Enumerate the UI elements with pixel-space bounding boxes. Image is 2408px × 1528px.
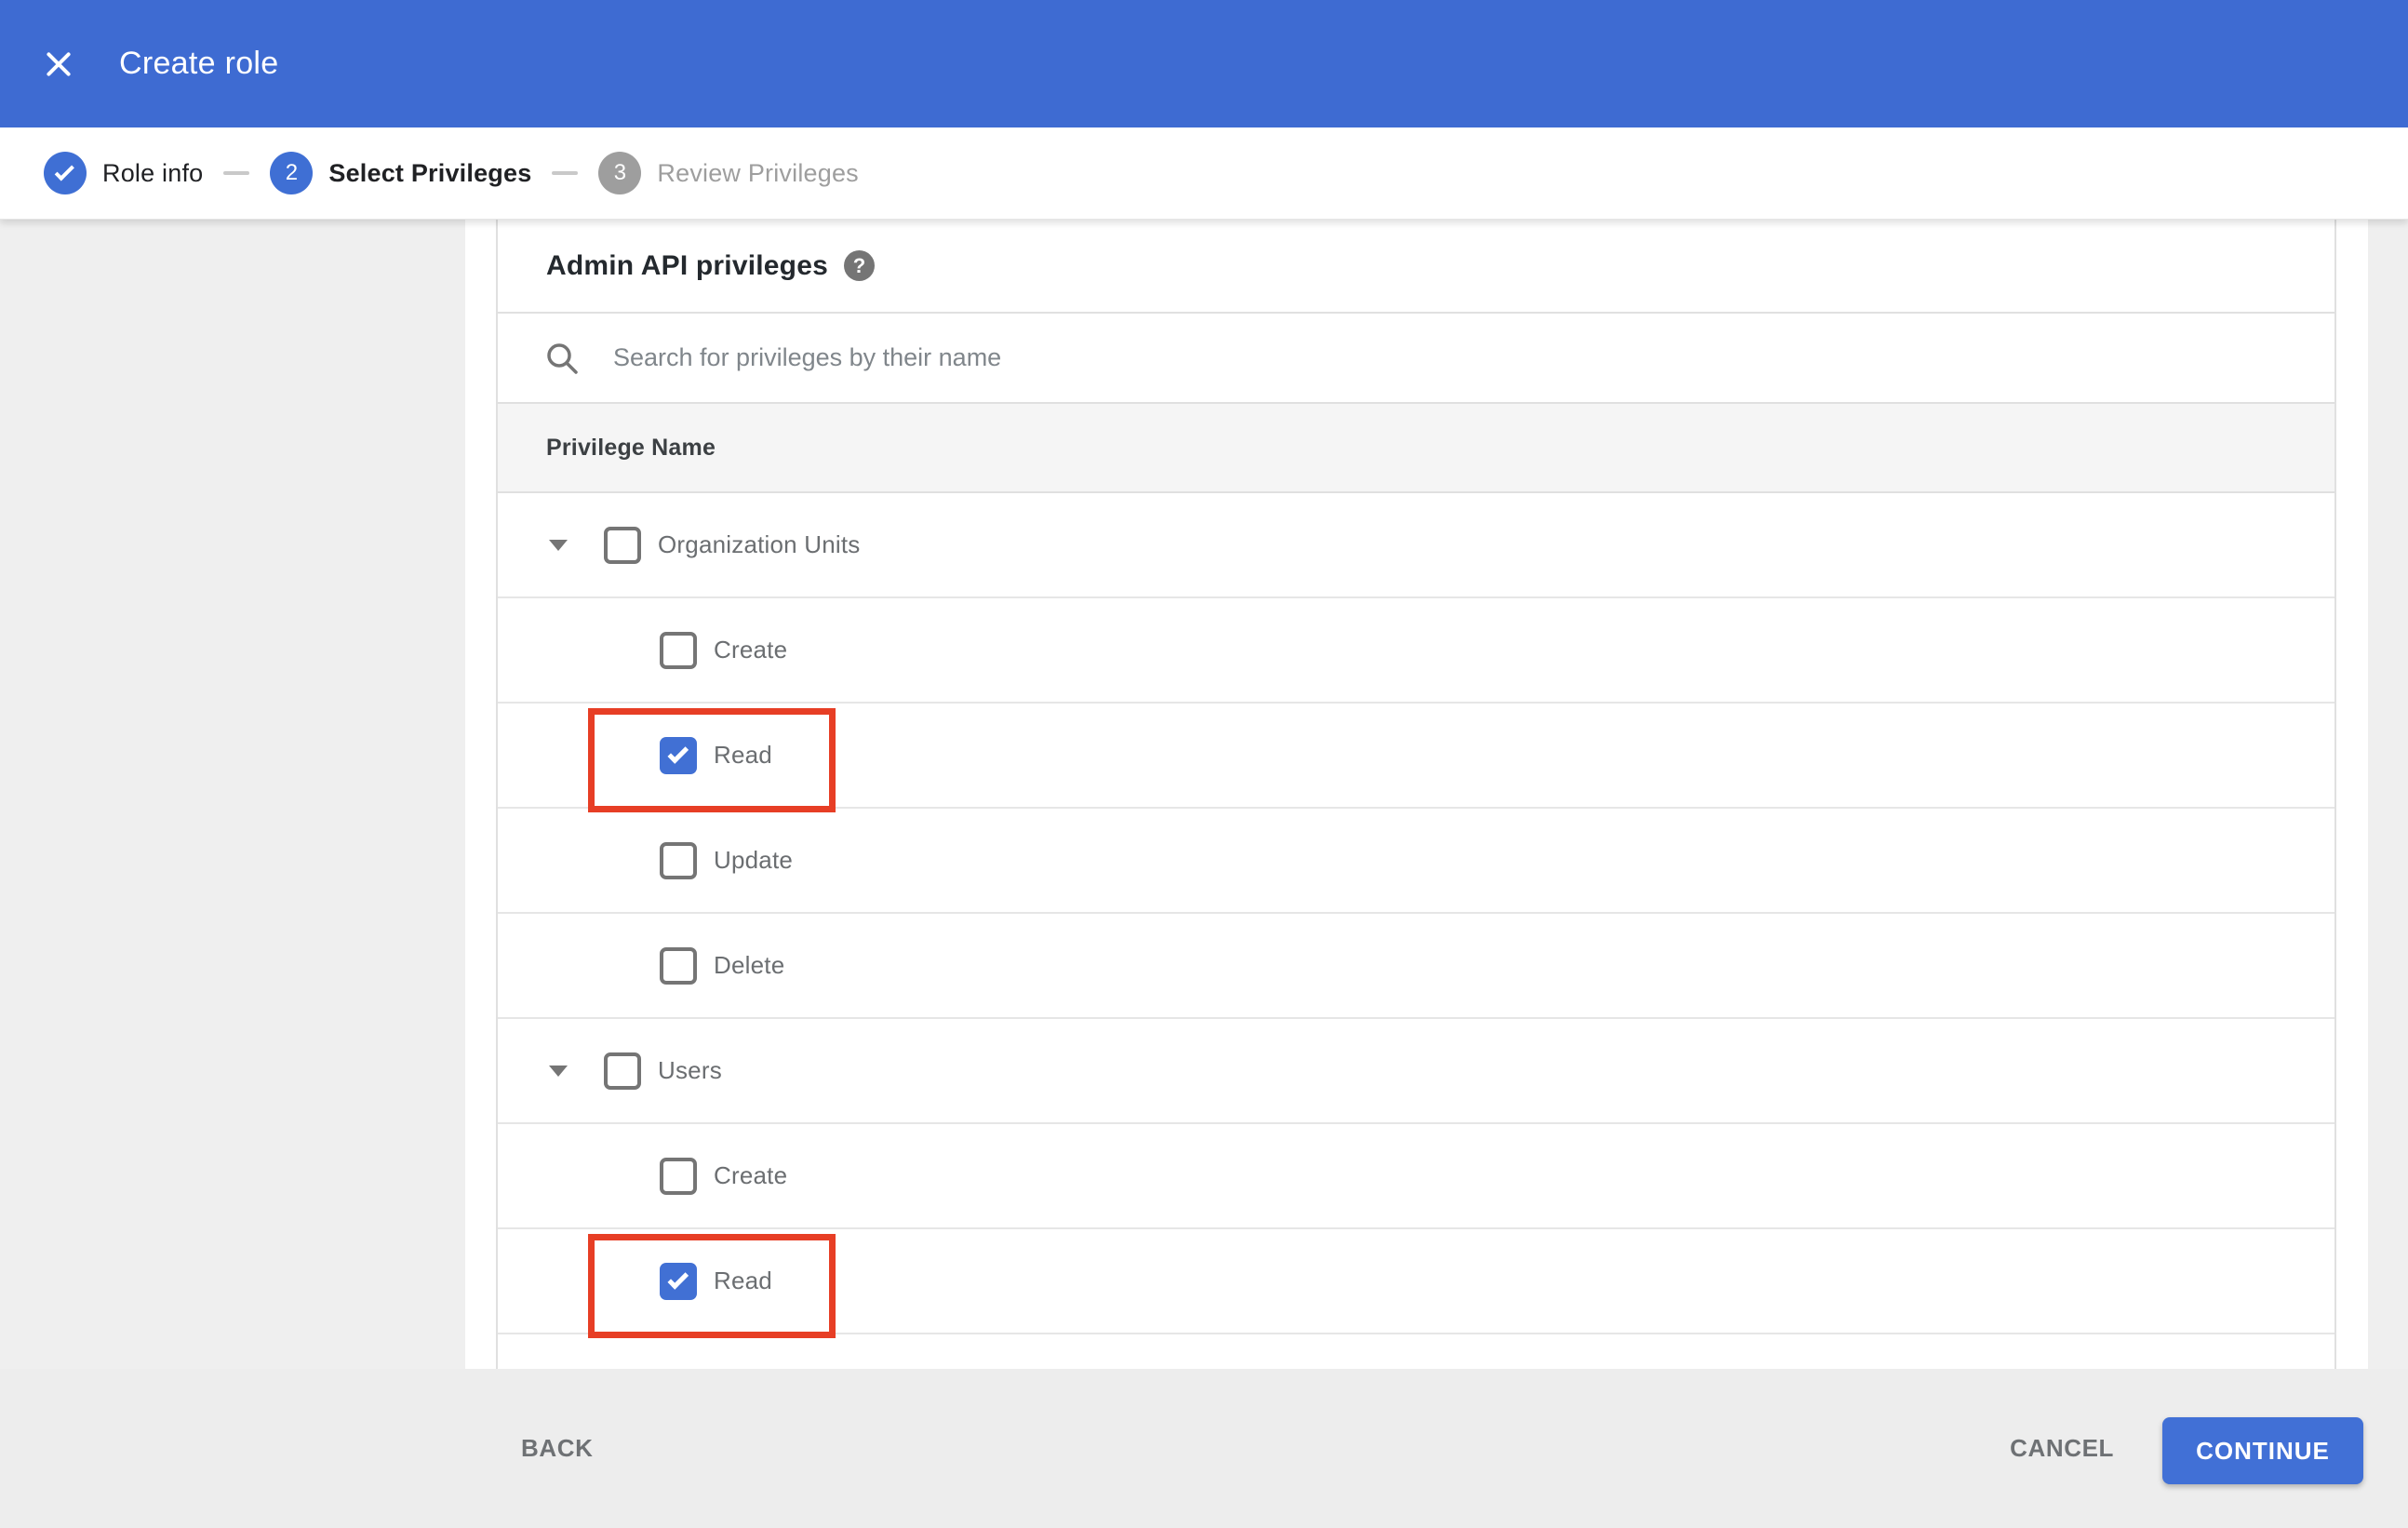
privilege-label: Users [658,1056,722,1084]
continue-button[interactable]: CONTINUE [2162,1417,2363,1484]
page-title: Create role [119,46,279,81]
checkbox-checked[interactable] [660,736,697,774]
table-row: Read [498,704,2334,812]
checkbox-unchecked[interactable] [604,526,641,564]
annotation-highlight-box [588,708,836,812]
privilege-label: Read [714,1267,772,1294]
column-header-privilege-name: Privilege Name [546,434,716,461]
privilege-label: Organization Units [658,530,861,558]
check-icon [666,1268,689,1290]
step-number-badge[interactable]: 3 [598,152,642,194]
table-row: Users [498,1019,2334,1124]
privilege-rows: Organization Units Create Read Update Delete… [498,493,2334,1338]
expand-arrow-icon[interactable] [549,1065,568,1077]
search-icon [547,342,578,374]
privilege-label: Create [714,1161,788,1189]
check-icon [54,161,74,181]
step-complete-check-icon[interactable] [44,152,87,194]
checkbox-unchecked[interactable] [604,1052,641,1090]
privileges-table: Admin API privileges ? Privilege Name Or… [496,220,2336,1369]
step-connector [223,171,250,175]
main-area: Admin API privileges ? Privilege Name Or… [0,220,2408,1369]
step-number-badge[interactable]: 2 [270,152,314,194]
help-icon[interactable]: ? [843,250,875,281]
app-header: Create role [0,0,2408,127]
table-row: Delete [498,914,2334,1019]
checkbox-unchecked[interactable] [660,946,697,985]
expand-arrow-icon[interactable] [549,539,568,551]
step-connector [552,171,579,175]
table-row: Read [498,1229,2334,1338]
search-row [498,312,2334,402]
close-icon[interactable] [43,48,74,80]
table-row: Create [498,1124,2334,1229]
table-row: Organization Units [498,493,2334,598]
table-header-row: Privilege Name [498,402,2334,493]
checkbox-unchecked[interactable] [660,631,697,669]
step-label: Review Privileges [657,158,859,187]
privilege-label: Update [714,846,794,874]
table-row: Update [498,809,2334,914]
stepper: Role info 2 Select Privileges 3 Review P… [0,127,2408,220]
step-select-privileges[interactable]: 2 Select Privileges [270,152,531,194]
annotation-highlight-box [588,1234,836,1338]
privilege-label: Read [714,741,772,769]
left-rail [0,220,465,1369]
step-role-info[interactable]: Role info [44,152,203,194]
cancel-button[interactable]: CANCEL [1987,1415,2136,1481]
privilege-label: Delete [714,951,785,979]
table-row: Create [498,598,2334,704]
step-label: Select Privileges [328,158,532,187]
check-icon [666,743,689,764]
checkbox-unchecked[interactable] [660,1157,697,1195]
checkbox-unchecked[interactable] [660,841,697,879]
back-button[interactable]: BACK [499,1415,616,1481]
section-title: Admin API privileges [546,249,828,281]
footer-bar: BACK CANCEL CONTINUE [0,1369,2408,1528]
privilege-label: Create [714,636,788,663]
checkbox-checked[interactable] [660,1262,697,1300]
step-review-privileges[interactable]: 3 Review Privileges [598,152,859,194]
content-card: Admin API privileges ? Privilege Name Or… [465,220,2368,1369]
step-label: Role info [102,158,204,187]
search-input[interactable] [613,343,2009,372]
section-title-row: Admin API privileges ? [498,220,2334,312]
